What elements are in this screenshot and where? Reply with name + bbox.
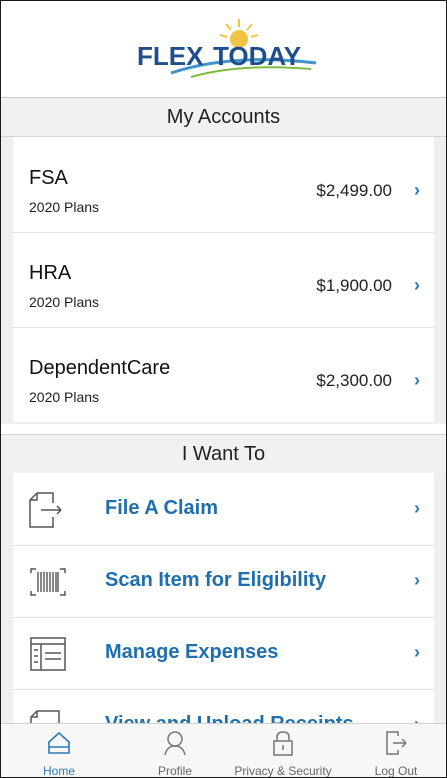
account-row-hra[interactable]: HRA 2020 Plans $1,900.00 › [13, 232, 434, 328]
file-claim-row[interactable]: File A Claim › [13, 473, 434, 546]
account-row-dependentcare[interactable]: DependentCare 2020 Plans $2,300.00 › [13, 327, 434, 422]
accounts-section: FSA 2020 Plans $2,499.00 › HRA 2020 Plan… [1, 137, 446, 424]
actions-section: File A Claim › Scan Item for Eligibility… [1, 473, 446, 746]
tab-profile[interactable]: Profile [125, 724, 225, 778]
account-name: DependentCare [29, 357, 171, 379]
chevron-right-icon: › [414, 642, 420, 662]
account-row-fsa[interactable]: FSA 2020 Plans $2,499.00 › [13, 137, 434, 233]
chevron-right-icon: › [414, 498, 420, 518]
i-want-to-header: I Want To [1, 434, 446, 474]
logout-icon [386, 731, 407, 755]
account-name: FSA [29, 167, 68, 189]
tab-label: Profile [157, 764, 192, 778]
logo-text-today: TODAY [213, 41, 302, 71]
tab-privacy-security[interactable]: Privacy & Security [233, 724, 333, 778]
account-plan: 2020 Plans [29, 389, 100, 405]
home-icon [48, 731, 70, 754]
action-label: Manage Expenses [105, 641, 279, 663]
action-label: File A Claim [105, 497, 218, 519]
app-screen: FLEX TODAY My Accounts FSA 2020 Plans $2… [0, 0, 447, 778]
tab-home[interactable]: Home [9, 724, 109, 778]
account-balance: $2,300.00 [316, 371, 392, 390]
logo-text-flex: FLEX [137, 41, 204, 71]
account-balance: $2,499.00 [316, 181, 392, 200]
tab-label: Log Out [374, 764, 418, 778]
action-label: Scan Item for Eligibility [105, 569, 327, 591]
account-name: HRA [29, 262, 72, 284]
file-claim-icon [29, 492, 62, 528]
profile-icon [164, 731, 186, 756]
tab-log-out[interactable]: Log Out [346, 724, 446, 778]
actions-card: File A Claim › Scan Item for Eligibility… [13, 473, 434, 746]
lock-icon [273, 731, 293, 756]
my-accounts-header: My Accounts [1, 98, 446, 137]
chevron-right-icon: › [414, 370, 420, 390]
barcode-scan-icon [30, 568, 66, 596]
flextoday-logo: FLEX TODAY [131, 15, 321, 85]
account-balance: $1,900.00 [316, 276, 392, 295]
tab-label: Home [42, 764, 75, 778]
account-plan: 2020 Plans [29, 199, 100, 215]
manage-expenses-icon [30, 637, 66, 671]
tab-label: Privacy & Security [234, 764, 332, 778]
account-plan: 2020 Plans [29, 294, 100, 310]
accounts-card: FSA 2020 Plans $2,499.00 › HRA 2020 Plan… [13, 137, 434, 422]
app-header: FLEX TODAY [1, 1, 446, 98]
chevron-right-icon: › [414, 275, 420, 295]
manage-expenses-row[interactable]: Manage Expenses › [13, 617, 434, 690]
bottom-tab-bar: Home Profile Privacy & Security Log Out [1, 723, 446, 778]
chevron-right-icon: › [414, 180, 420, 200]
chevron-right-icon: › [414, 570, 420, 590]
scan-item-row[interactable]: Scan Item for Eligibility › [13, 545, 434, 618]
